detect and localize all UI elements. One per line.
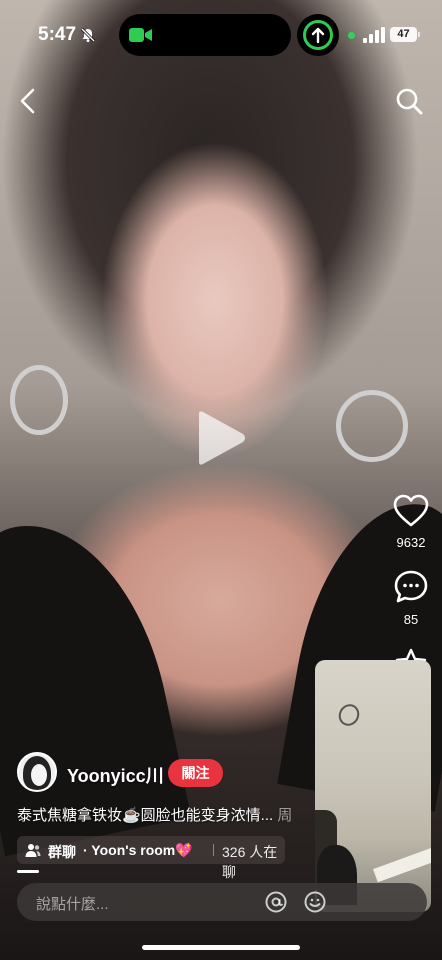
camera-in-use-dot (348, 32, 355, 39)
arrow-up-icon (311, 27, 325, 44)
people-icon (25, 844, 41, 857)
pip-wall-mark (334, 700, 364, 730)
play-icon[interactable] (193, 408, 249, 468)
group-chat-chip[interactable]: 群聊 · Yoon's room💖 326 人在聊 (17, 836, 285, 880)
dynamic-island[interactable] (119, 14, 291, 56)
search-icon[interactable] (394, 86, 424, 116)
group-chat-room: · Yoon's room💖 (83, 842, 193, 858)
chevron-left-icon[interactable] (14, 86, 44, 116)
comment-count: 85 (403, 612, 419, 627)
pip-shelf (373, 841, 431, 883)
comment-input[interactable]: 說點什麼... (17, 883, 427, 921)
facetime-icon (129, 28, 152, 42)
comment-placeholder: 說點什麼... (36, 896, 109, 913)
home-indicator[interactable] (142, 945, 300, 950)
avatar[interactable] (17, 752, 57, 792)
battery-tip (418, 32, 420, 37)
group-chat-label: 群聊 (48, 844, 76, 860)
avatar-face (31, 764, 47, 786)
upload-activity[interactable] (297, 14, 339, 56)
battery-icon: 47 (390, 27, 417, 42)
video-progress-bar[interactable] (17, 870, 39, 873)
group-chat-online: 326 人在聊 (222, 844, 278, 880)
caption-trail: 周 (273, 807, 293, 824)
upload-ring (303, 20, 333, 50)
status-time: 5:47 (38, 24, 77, 45)
picture-in-picture-window[interactable] (315, 660, 431, 912)
comment-button[interactable]: 85 (388, 569, 434, 627)
bell-off-icon (80, 27, 96, 43)
emoji-icon[interactable] (304, 891, 326, 913)
video-earring-right (336, 390, 408, 462)
status-bar: 5:47 47 (0, 0, 442, 70)
like-count: 9632 (396, 535, 426, 550)
chat-bubble-icon (394, 570, 428, 603)
chip-divider (213, 844, 214, 856)
at-icon[interactable] (265, 891, 287, 913)
video-earring-left (10, 365, 68, 435)
cellular-signal-icon (363, 27, 385, 43)
caption-text: 泰式焦糖拿铁妆☕️圆脸也能变身浓情... (17, 807, 274, 824)
post-caption[interactable]: 泰式焦糖拿铁妆☕️圆脸也能变身浓情... 周 (17, 804, 317, 826)
follow-button[interactable]: 關注 (168, 759, 223, 787)
author-name[interactable]: Yoonyicc川 (67, 762, 164, 788)
like-button[interactable]: 9632 (388, 494, 434, 550)
heart-icon (393, 494, 429, 527)
